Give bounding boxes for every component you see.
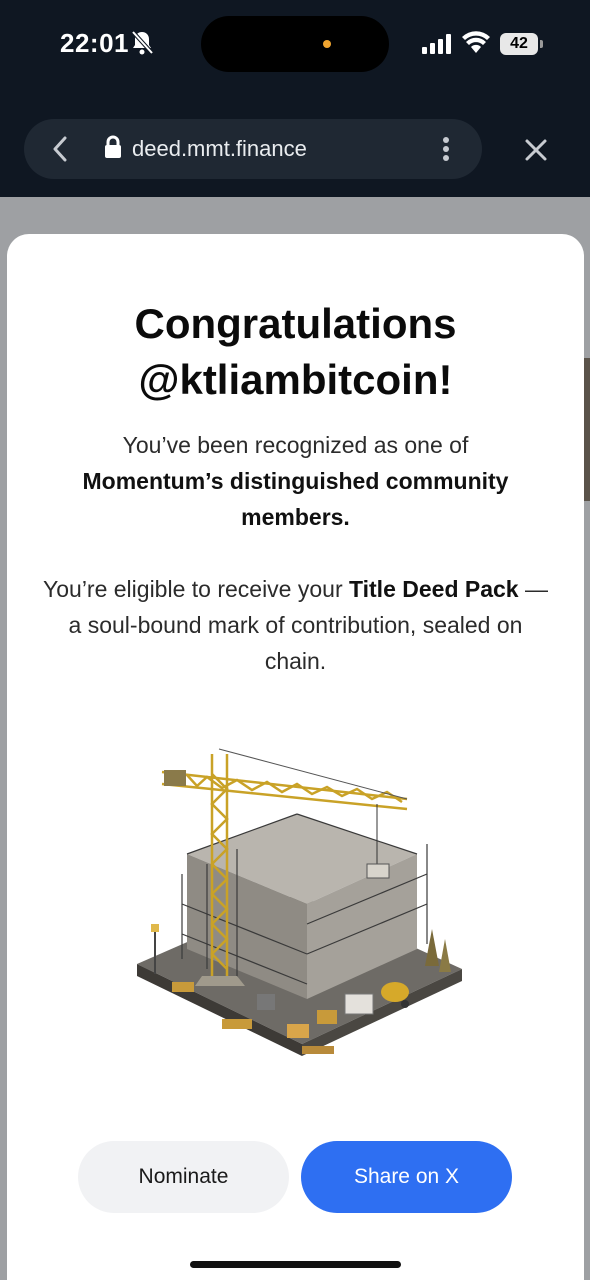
nominate-button[interactable]: Nominate — [78, 1141, 289, 1213]
home-indicator — [190, 1261, 401, 1268]
lock-icon — [105, 135, 121, 158]
construction-site-illustration — [137, 748, 462, 1056]
url-text: deed.mmt.finance — [132, 136, 307, 161]
signal-icon — [422, 34, 451, 54]
title-line-1: Congratulations — [134, 300, 457, 347]
battery-tip — [540, 40, 543, 48]
browser-toolbar: deed.mmt.finance — [0, 92, 590, 197]
status-bar: 22:01 42 — [0, 0, 590, 92]
share-on-x-button[interactable]: Share on X — [301, 1141, 512, 1213]
more-vertical-icon[interactable] — [440, 136, 452, 162]
address-bar[interactable]: deed.mmt.finance — [24, 119, 482, 179]
bell-off-icon — [131, 30, 154, 55]
battery-icon: 42 — [500, 33, 538, 55]
recording-dot — [323, 40, 331, 48]
close-icon[interactable] — [524, 138, 548, 162]
eligibility-text: You’re eligible to receive your Title De… — [37, 571, 554, 679]
wifi-icon — [462, 31, 490, 53]
dynamic-island — [201, 16, 389, 72]
title-deed-pack: Title Deed Pack — [349, 576, 519, 602]
recognition-text: You’ve been recognized as one of Momentu… — [37, 427, 554, 535]
modal-title: Congratulations @ktliambitcoin! — [7, 296, 584, 408]
eligibility-lead: You’re eligible to receive your — [43, 576, 349, 602]
congratulations-modal: Congratulations @ktliambitcoin! You’ve b… — [7, 234, 584, 1280]
back-chevron-icon[interactable] — [52, 136, 68, 162]
recognition-lead: You’ve been recognized as one of — [122, 432, 469, 458]
recognition-bold: Momentum’s distinguished community membe… — [82, 468, 509, 530]
status-time: 22:01 — [60, 28, 129, 58]
title-handle: @ktliambitcoin! — [138, 356, 453, 403]
